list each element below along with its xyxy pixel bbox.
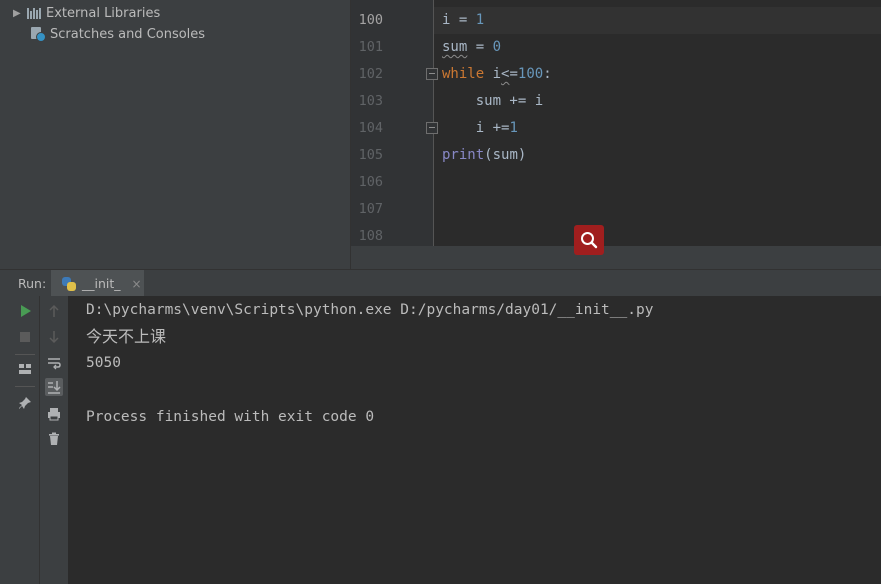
line-number: 104: [358, 120, 383, 136]
code-line[interactable]: sum += i: [442, 88, 543, 115]
code-line[interactable]: i = 1: [442, 7, 484, 34]
search-icon[interactable]: [574, 225, 604, 255]
code-line[interactable]: while i<=100:: [442, 61, 552, 88]
run-toolbar-secondary: [40, 296, 69, 584]
code-editor[interactable]: 100 101 102 103 104 105 106 107 108 i = …: [351, 0, 881, 246]
editor-bottom-strip: [351, 246, 881, 269]
line-number: 100: [358, 12, 383, 28]
line-number: 107: [358, 201, 383, 217]
print-icon[interactable]: [45, 405, 63, 423]
line-number: 102: [358, 66, 383, 82]
tree-item-label: Scratches and Consoles: [50, 26, 206, 42]
tree-item-label: External Libraries: [46, 5, 161, 21]
tree-item-external-libraries[interactable]: ▶ External Libraries: [13, 3, 160, 23]
code-line[interactable]: print(sum): [442, 142, 526, 169]
code-line[interactable]: i +=1: [442, 115, 518, 142]
line-number: 103: [358, 93, 383, 109]
console-line-output: 今天不上课: [86, 327, 167, 346]
close-icon[interactable]: ×: [132, 277, 142, 291]
line-number: 108: [358, 228, 383, 244]
project-tree-panel: ▶ External Libraries Scratches and Conso…: [0, 0, 351, 269]
toolbar-separator: [15, 354, 35, 355]
run-toolbar-primary: [11, 296, 40, 584]
run-console[interactable]: D:\pycharms\venv\Scripts\python.exe D:/p…: [69, 296, 881, 584]
run-tab-label: __init_: [82, 276, 121, 291]
scratches-icon: [31, 27, 46, 42]
line-number: 105: [358, 147, 383, 163]
fold-marker-icon[interactable]: [426, 122, 438, 134]
trash-icon[interactable]: [45, 430, 63, 448]
console-line-output: 5050: [86, 355, 121, 371]
console-line-exit: Process finished with exit code 0: [86, 409, 375, 425]
rerun-icon[interactable]: [16, 302, 34, 320]
expand-arrow-icon[interactable]: ▶: [13, 8, 23, 19]
code-line[interactable]: sum = 0: [442, 34, 501, 61]
arrow-down-icon[interactable]: [45, 328, 63, 346]
pin-icon[interactable]: [16, 394, 34, 412]
arrow-up-icon[interactable]: [45, 302, 63, 320]
toolbar-separator: [15, 386, 35, 387]
fold-marker-icon[interactable]: [426, 68, 438, 80]
layout-icon[interactable]: [16, 360, 34, 378]
python-icon: [62, 276, 76, 291]
run-label: Run:: [18, 276, 47, 291]
tree-item-scratches[interactable]: Scratches and Consoles: [31, 24, 205, 44]
console-line-command: D:\pycharms\venv\Scripts\python.exe D:/p…: [86, 302, 654, 318]
line-number: 106: [358, 174, 383, 190]
scroll-to-end-icon[interactable]: [45, 378, 63, 396]
run-tool-window-header: Run: __init_ ×: [0, 269, 881, 297]
run-tab-init[interactable]: __init_ ×: [51, 270, 144, 297]
library-icon: [27, 7, 41, 19]
stop-icon[interactable]: [16, 328, 34, 346]
soft-wrap-icon[interactable]: [45, 354, 63, 372]
line-number: 101: [358, 39, 383, 55]
